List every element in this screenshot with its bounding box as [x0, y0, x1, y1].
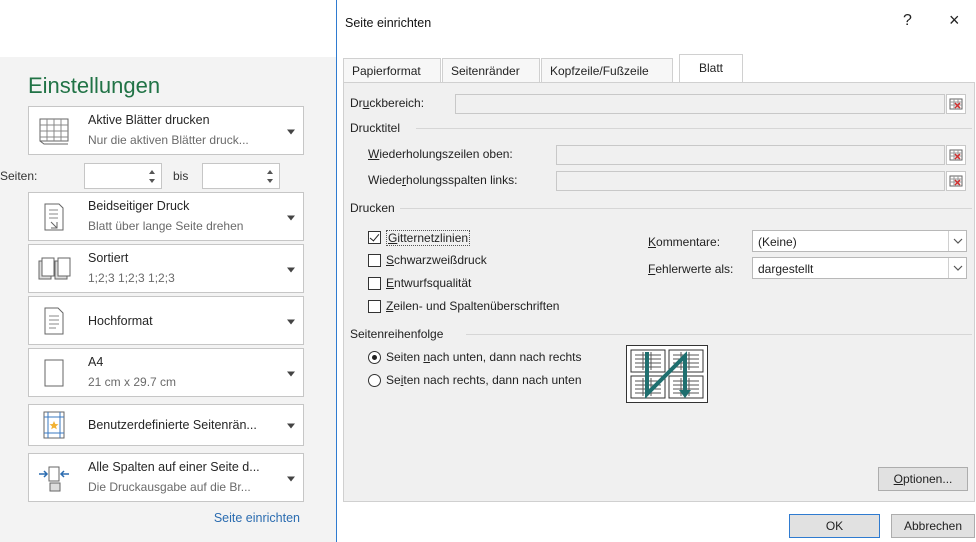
print-what-dropdown[interactable]: Aktive Blätter drucken Nur die aktiven B… — [28, 106, 304, 155]
repeat-rows-input[interactable] — [556, 145, 945, 165]
black-white-label[interactable]: Schwarzweißdruck — [386, 253, 487, 267]
stepper-up-icon[interactable] — [267, 170, 273, 174]
range-picker-icon[interactable] — [946, 171, 966, 191]
portrait-page-icon — [37, 306, 71, 336]
errors-label: Fehlerwerte als: — [648, 262, 734, 276]
gridlines-checkbox[interactable] — [368, 231, 381, 244]
orientation-dropdown[interactable]: Hochformat — [28, 296, 304, 345]
collate-title: Sortiert — [88, 251, 129, 265]
fit-columns-icon — [37, 463, 71, 493]
chevron-down-icon — [287, 215, 295, 220]
tab-kopfzeile-fusszeile[interactable]: Kopfzeile/Fußzeile — [541, 58, 673, 82]
duplex-subtitle: Blatt über lange Seite drehen — [88, 219, 244, 233]
orientation-title: Hochformat — [88, 314, 153, 328]
settings-title: Einstellungen — [28, 73, 161, 98]
paper-size-subtitle: 21 cm x 29.7 cm — [88, 375, 177, 389]
stepper-down-icon[interactable] — [149, 179, 155, 183]
collate-icon — [37, 254, 71, 284]
over-then-down-label[interactable]: Seiten nach rechts, dann nach unten — [386, 373, 582, 387]
pages-from-stepper[interactable] — [84, 163, 162, 189]
duplex-title: Beidseitiger Druck — [88, 199, 190, 213]
pages-range: Seiten: bis — [0, 163, 304, 189]
duplex-page-icon — [37, 202, 71, 232]
comments-value: (Keine) — [758, 235, 797, 249]
print-area-label: Druckbereich: — [350, 96, 425, 110]
stepper-up-icon[interactable] — [149, 170, 155, 174]
chevron-down-icon — [287, 423, 295, 429]
chevron-down-icon — [287, 267, 295, 272]
down-then-over-radio[interactable] — [368, 351, 381, 364]
page-setup-link[interactable]: Seite einrichten — [214, 511, 300, 525]
errors-select[interactable]: dargestellt — [752, 257, 967, 279]
stepper-down-icon[interactable] — [267, 179, 273, 183]
ok-button[interactable]: OK — [789, 514, 880, 538]
errors-value: dargestellt — [758, 262, 814, 276]
section-divider — [466, 334, 972, 335]
scaling-title: Alle Spalten auf einer Seite d... — [88, 460, 260, 474]
help-icon[interactable]: ? — [903, 12, 912, 30]
over-then-down-radio[interactable] — [368, 374, 381, 387]
paper-size-icon — [37, 358, 71, 388]
chevron-down-icon — [287, 129, 295, 134]
repeat-columns-label: Wiederholungsspalten links: — [368, 173, 518, 187]
sheet-tab-panel: Druckbereich: Drucktitel Wiederholungsze… — [343, 82, 975, 502]
chevron-down-icon[interactable] — [948, 231, 966, 251]
comments-label: Kommentare: — [648, 235, 721, 249]
chevron-down-icon[interactable] — [948, 258, 966, 278]
draft-quality-checkbox[interactable] — [368, 277, 381, 290]
black-white-checkbox[interactable] — [368, 254, 381, 267]
pages-label: Seiten: — [0, 169, 38, 183]
chevron-down-icon — [287, 371, 295, 376]
gridlines-label[interactable]: Gitternetzlinien — [386, 230, 471, 246]
print-heading: Drucken — [350, 201, 395, 215]
page-setup-dialog: Seite einrichten ? × Papierformat Seiten… — [336, 0, 976, 542]
range-picker-icon[interactable] — [946, 145, 966, 165]
section-divider — [416, 128, 972, 129]
scaling-subtitle: Die Druckausgabe auf die Br... — [88, 480, 251, 494]
collate-dropdown[interactable]: Sortiert 1;2;3 1;2;3 1;2;3 — [28, 244, 304, 293]
tab-seitenraender[interactable]: Seitenränder — [442, 58, 540, 82]
dialog-title: Seite einrichten — [345, 16, 432, 30]
print-settings-panel: Einstellungen Aktive Blätter drucken Nur… — [0, 57, 336, 542]
collate-subtitle: 1;2;3 1;2;3 1;2;3 — [88, 271, 175, 285]
chevron-down-icon — [287, 319, 295, 324]
print-what-title: Aktive Blätter drucken — [88, 113, 210, 127]
paper-size-dropdown[interactable]: A4 21 cm x 29.7 cm — [28, 348, 304, 397]
tab-papierformat[interactable]: Papierformat — [343, 58, 441, 82]
close-icon[interactable]: × — [949, 10, 960, 31]
custom-margins-icon — [37, 410, 71, 440]
margins-title: Benutzerdefinierte Seitenrän... — [88, 418, 257, 432]
down-then-over-label[interactable]: Seiten nach unten, dann nach rechts — [386, 350, 582, 364]
pages-to-label: bis — [173, 169, 189, 183]
draft-quality-label[interactable]: Entwurfsqualität — [386, 276, 471, 290]
page-order-heading: Seitenreihenfolge — [350, 327, 444, 341]
duplex-dropdown[interactable]: Beidseitiger Druck Blatt über lange Seit… — [28, 192, 304, 241]
dialog-titlebar: Seite einrichten ? × — [337, 0, 976, 44]
print-titles-heading: Drucktitel — [350, 121, 401, 135]
margins-dropdown[interactable]: Benutzerdefinierte Seitenrän... — [28, 404, 304, 446]
row-col-headings-label[interactable]: Zeilen- und Spaltenüberschriften — [386, 299, 559, 313]
print-area-input[interactable] — [455, 94, 945, 114]
repeat-rows-label: Wiederholungszeilen oben: — [368, 147, 513, 161]
sheet-grid-icon — [37, 116, 71, 146]
comments-select[interactable]: (Keine) — [752, 230, 967, 252]
cancel-button[interactable]: Abbrechen — [891, 514, 975, 538]
scaling-dropdown[interactable]: Alle Spalten auf einer Seite d... Die Dr… — [28, 453, 304, 502]
chevron-down-icon — [287, 476, 295, 481]
options-button[interactable]: Optionen... — [878, 467, 968, 491]
repeat-columns-input[interactable] — [556, 171, 945, 191]
row-col-headings-checkbox[interactable] — [368, 300, 381, 313]
dialog-tabs: Papierformat Seitenränder Kopfzeile/Fußz… — [343, 54, 969, 83]
range-picker-icon[interactable] — [946, 94, 966, 114]
tab-blatt[interactable]: Blatt — [679, 54, 743, 83]
paper-size-title: A4 — [88, 355, 104, 369]
pages-to-stepper[interactable] — [202, 163, 280, 189]
print-what-subtitle: Nur die aktiven Blätter druck... — [88, 133, 249, 147]
section-divider — [400, 208, 972, 209]
page-order-preview-icon — [626, 345, 708, 403]
